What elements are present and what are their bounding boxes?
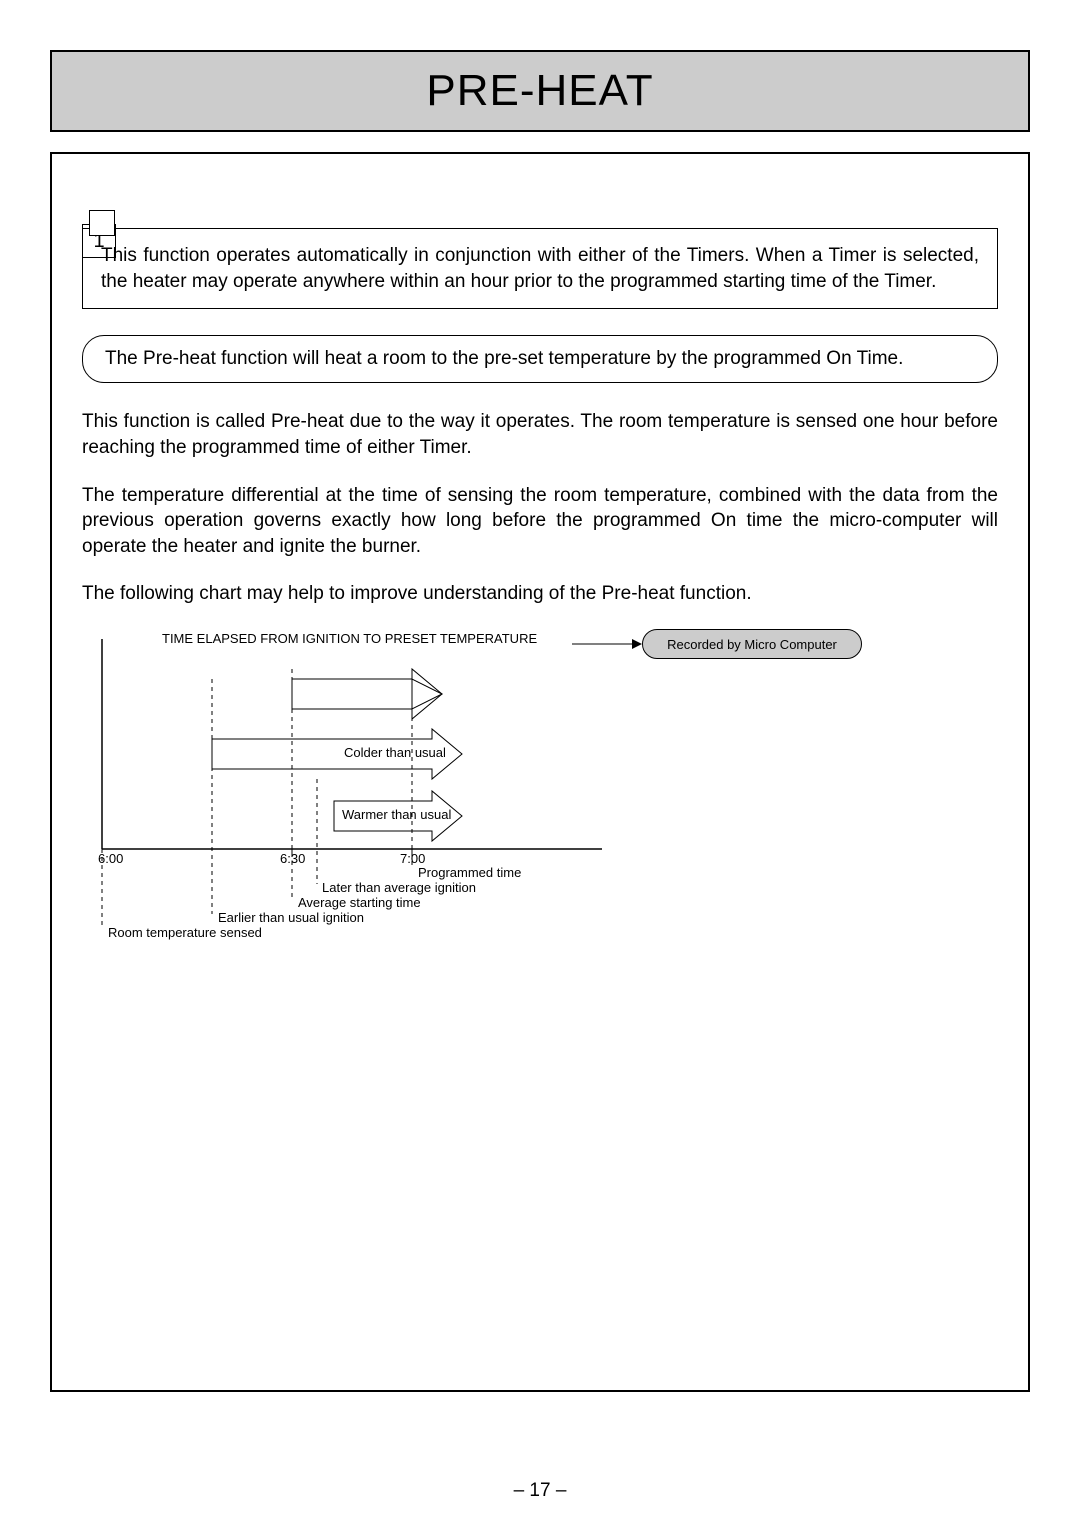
legend-sensed: Room temperature sensed	[108, 925, 262, 940]
page-title: PRE-HEAT	[52, 66, 1028, 116]
micro-computer-label: Recorded by Micro Computer	[667, 637, 837, 652]
diagram-top-label: TIME ELAPSED FROM IGNITION TO PRESET TEM…	[162, 631, 537, 646]
paragraph: The following chart may help to improve …	[82, 581, 998, 607]
time-700: 7:00	[400, 851, 425, 866]
legend-earlier: Earlier than usual ignition	[218, 910, 364, 925]
colder-label: Colder than usual	[344, 745, 446, 760]
rounded-note: The Pre-heat function will heat a room t…	[82, 335, 998, 383]
title-box: PRE-HEAT	[50, 50, 1030, 132]
callout-pointer	[89, 210, 115, 236]
diagram-svg	[82, 629, 882, 949]
step-area: 1 This function operates automatically i…	[82, 228, 998, 309]
micro-computer-pill: Recorded by Micro Computer	[642, 629, 862, 659]
legend-later: Later than average ignition	[322, 880, 476, 895]
rounded-note-text: The Pre-heat function will heat a room t…	[105, 348, 903, 369]
warmer-label: Warmer than usual	[342, 807, 451, 822]
time-600: 6:00	[98, 851, 123, 866]
body-text: This function is called Pre-heat due to …	[82, 409, 998, 607]
time-630: 6:30	[280, 851, 305, 866]
page-number: – 17 –	[0, 1480, 1080, 1502]
step-callout-text: This function operates automatically in …	[101, 245, 979, 292]
preheat-diagram: Recorded by Micro Computer	[82, 629, 998, 949]
content-box: 1 This function operates automatically i…	[50, 152, 1030, 1392]
legend-avg: Average starting time	[298, 895, 421, 910]
paragraph: The temperature differential at the time…	[82, 483, 998, 560]
legend-programmed: Programmed time	[418, 865, 521, 880]
step-callout: This function operates automatically in …	[82, 228, 998, 309]
paragraph: This function is called Pre-heat due to …	[82, 409, 998, 460]
